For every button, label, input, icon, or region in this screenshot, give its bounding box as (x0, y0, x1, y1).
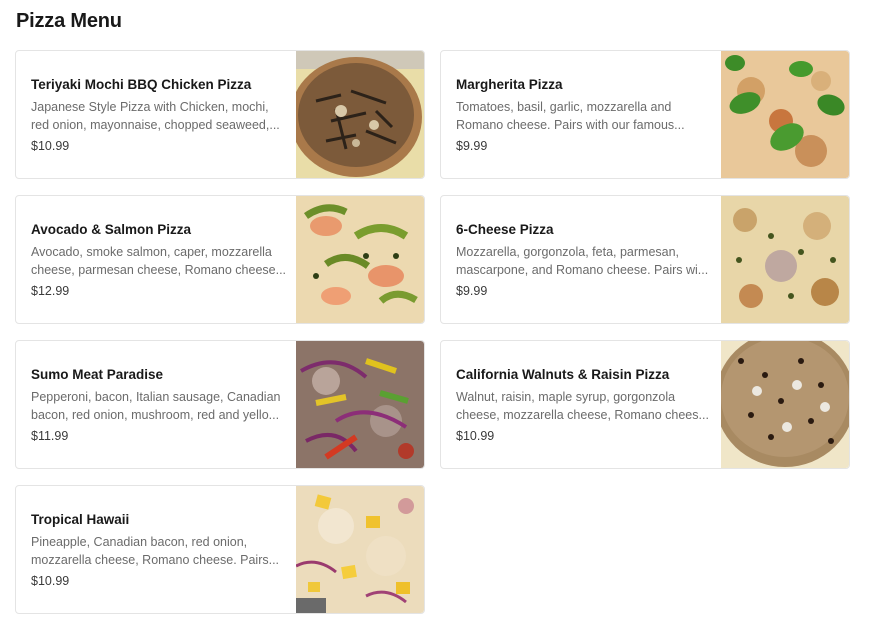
walnut-raisin-pizza-photo (721, 341, 849, 468)
menu-item-card[interactable]: Margherita Pizza Tomatoes, basil, garlic… (440, 50, 850, 179)
menu-item-card[interactable]: Avocado & Salmon Pizza Avocado, smoke sa… (15, 195, 425, 324)
item-description: Avocado, smoke salmon, caper, mozzarella… (31, 245, 287, 277)
menu-item-card[interactable]: Teriyaki Mochi BBQ Chicken Pizza Japanes… (15, 50, 425, 179)
item-description: Pepperoni, bacon, Italian sausage, Canad… (31, 390, 281, 422)
item-name: Margherita Pizza (456, 77, 563, 92)
item-price: $12.99 (31, 284, 70, 298)
item-price: $9.99 (456, 139, 488, 153)
item-name: California Walnuts & Raisin Pizza (456, 367, 670, 382)
menu-item-info: 6-Cheese Pizza Mozzarella, gorgonzola, f… (456, 221, 714, 300)
item-name: Avocado & Salmon Pizza (31, 222, 192, 237)
item-description: Pineapple, Canadian bacon, red onion, mo… (31, 535, 280, 567)
item-name: 6-Cheese Pizza (456, 222, 554, 237)
tropical-hawaii-pizza-photo (296, 486, 424, 613)
teriyaki-pizza-photo (296, 51, 424, 178)
menu-item-card[interactable]: 6-Cheese Pizza Mozzarella, gorgonzola, f… (440, 195, 850, 324)
item-price: $10.99 (31, 574, 70, 588)
menu-item-info: Tropical Hawaii Pineapple, Canadian baco… (31, 511, 289, 590)
item-name: Teriyaki Mochi BBQ Chicken Pizza (31, 77, 252, 92)
menu-item-info: Sumo Meat Paradise Pepperoni, bacon, Ita… (31, 366, 289, 445)
menu-item-info: Avocado & Salmon Pizza Avocado, smoke sa… (31, 221, 289, 300)
menu-page: Pizza Menu Teriyaki Mochi BBQ Chicken Pi… (0, 0, 876, 635)
menu-item-card[interactable]: Tropical Hawaii Pineapple, Canadian baco… (15, 485, 425, 614)
six-cheese-pizza-photo (721, 196, 849, 323)
item-name: Sumo Meat Paradise (31, 367, 164, 382)
item-description: Mozzarella, gorgonzola, feta, parmesan, … (456, 245, 709, 277)
menu-item-card[interactable]: California Walnuts & Raisin Pizza Walnut… (440, 340, 850, 469)
item-description: Walnut, raisin, maple syrup, gorgonzola … (456, 390, 709, 422)
item-name: Tropical Hawaii (31, 512, 130, 527)
menu-item-info: Margherita Pizza Tomatoes, basil, garlic… (456, 76, 714, 155)
avocado-salmon-pizza-photo (296, 196, 424, 323)
item-price: $11.99 (31, 429, 69, 443)
section-title: Pizza Menu (16, 10, 122, 32)
item-price: $10.99 (456, 429, 495, 443)
menu-grid: Teriyaki Mochi BBQ Chicken Pizza Japanes… (15, 50, 850, 614)
menu-item-info: California Walnuts & Raisin Pizza Walnut… (456, 366, 714, 445)
item-description: Japanese Style Pizza with Chicken, mochi… (31, 100, 280, 132)
menu-item-card[interactable]: Sumo Meat Paradise Pepperoni, bacon, Ita… (15, 340, 425, 469)
item-price: $10.99 (31, 139, 70, 153)
margherita-pizza-photo (721, 51, 849, 178)
sumo-meat-pizza-photo (296, 341, 424, 468)
menu-item-info: Teriyaki Mochi BBQ Chicken Pizza Japanes… (31, 76, 289, 155)
item-description: Tomatoes, basil, garlic, mozzarella and … (456, 100, 685, 132)
item-price: $9.99 (456, 284, 488, 298)
